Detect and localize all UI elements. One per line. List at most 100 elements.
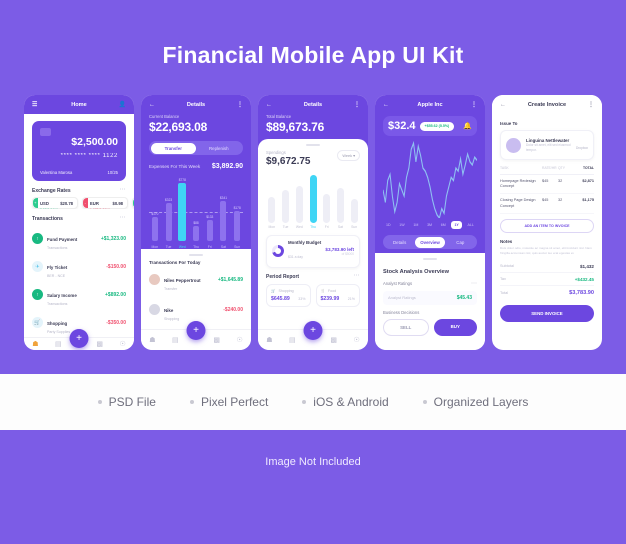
chart-icon[interactable]: ▩	[96, 340, 103, 348]
home-icon[interactable]: ☗	[149, 336, 155, 344]
feature-label: PSD File	[108, 395, 156, 409]
sheet-grabber[interactable]	[306, 144, 320, 146]
table-row[interactable]: Closing Page Design Concept $45 32 $1,17…	[500, 194, 594, 215]
hamburger-icon[interactable]: ☰	[32, 102, 41, 108]
send-invoice-button[interactable]: SEND INVOICE	[500, 305, 594, 323]
more-vertical-icon[interactable]: ⋮	[468, 102, 477, 108]
bar-value: $170	[151, 212, 159, 216]
subtotal-label: Subtotal	[500, 264, 514, 269]
card-icon[interactable]: ▤	[289, 336, 296, 344]
range-1m[interactable]: 1M	[410, 221, 421, 229]
more-dots-icon[interactable]: ⋯	[120, 215, 127, 220]
add-button[interactable]: +	[186, 321, 206, 340]
balance-card[interactable]: $2,500.00 **** **** **** 1122 Valentina …	[32, 121, 126, 181]
range-1y[interactable]: 1Y	[451, 221, 462, 229]
period-select[interactable]: Week ▾	[337, 149, 360, 161]
expenses-label: Expenses For This Week	[149, 164, 201, 169]
profile-icon[interactable]: ☉	[236, 336, 242, 344]
analyst-rating-row[interactable]: Analyst Ratings $45.43	[383, 290, 477, 305]
add-item-button[interactable]: ADD AN ITEM TO INVOICE	[500, 219, 594, 234]
home-icon[interactable]: ☗	[32, 340, 38, 348]
analysis-sheet: Stock Analysis Overview Analyst Ratings …	[375, 253, 485, 350]
sheet-grabber[interactable]	[189, 254, 203, 256]
sell-button[interactable]: SELL	[383, 318, 429, 336]
sheet-grabber[interactable]	[423, 258, 437, 260]
col-rate: RATE/HR	[542, 166, 557, 170]
table-row[interactable]: Homepage Redesign Concept $45 32 $2,871	[500, 175, 594, 195]
cell-task: Closing Page Design Concept	[500, 198, 536, 208]
monthly-budget-card[interactable]: Monthly Budget $31 a day $3,783.90 left …	[266, 234, 360, 268]
bar-column: $133 Fri	[204, 177, 216, 249]
back-arrow-icon[interactable]: ←	[383, 102, 392, 108]
profile-icon[interactable]: ☉	[353, 336, 359, 344]
phone-screen-create-invoice: ← Create Invoice ⋮ Issue To Linguina Net…	[492, 95, 602, 350]
more-dots-icon[interactable]: ⋯	[120, 188, 127, 193]
user-avatar[interactable]: 👤	[117, 102, 126, 108]
phone-mockups-row: ☰ Home 👤 $2,500.00 **** **** **** 1122 V…	[0, 95, 626, 350]
bar-label: Wed	[295, 224, 303, 229]
more-vertical-icon[interactable]: ⋮	[234, 102, 243, 108]
list-item[interactable]: ✈ Fly Ticket BER - NCE -$150.00	[24, 253, 134, 281]
bar-value: $323	[165, 198, 173, 202]
chart-icon[interactable]: ▩	[330, 336, 337, 344]
col-qty: QTY	[558, 166, 565, 170]
buy-button[interactable]: BUY	[433, 318, 477, 336]
report-card[interactable]: 🍴 Food $239.99 21%	[315, 283, 360, 307]
range-all[interactable]: ALL	[465, 221, 477, 229]
add-button[interactable]: +	[303, 321, 323, 340]
client-card[interactable]: Linguina Nettlewater Dolor sit amet, eli…	[500, 130, 594, 160]
more-vertical-icon[interactable]: ⋮	[351, 102, 360, 108]
bell-icon[interactable]: 🔔	[463, 122, 472, 130]
tx-name: Fund Payment	[47, 236, 78, 242]
card-icon[interactable]: ▤	[55, 340, 62, 348]
rate-card[interactable]: + USD $20.78 2.98(1.54%)	[32, 197, 78, 209]
tax-label: Tax	[500, 277, 506, 282]
tab-cap[interactable]: Cap	[445, 237, 475, 248]
home-icon[interactable]: ☗	[266, 336, 272, 344]
back-arrow-icon[interactable]: ←	[149, 102, 158, 108]
range-3m[interactable]: 3M	[424, 221, 435, 229]
stock-tabs: Details Overview Cap	[383, 235, 477, 249]
tab-replenish[interactable]: Replenish	[196, 143, 242, 154]
bullet-icon	[97, 400, 102, 404]
range-6m[interactable]: 6M	[438, 221, 449, 229]
bar-column: Sat	[335, 173, 347, 229]
feature-label: iOS & Android	[313, 395, 389, 409]
report-card[interactable]: 🛒 Shopping $645.89 33%	[266, 283, 311, 307]
bar-value: $133	[206, 215, 214, 219]
chart-icon[interactable]: ▩	[213, 336, 220, 344]
bottom-tabbar: + ☗ ▤ . ▩ ☉	[141, 321, 251, 350]
tab-details[interactable]: Details	[385, 237, 415, 248]
stock-price: $32.4	[388, 120, 416, 132]
bar-column: Tue	[280, 173, 292, 229]
list-item[interactable]: ↑ Salary Income Transactions +$892.00	[24, 281, 134, 309]
list-item[interactable]: ↑ Fund Payment Transactions +$1,323.00	[24, 225, 134, 253]
tab-transfer[interactable]: Transfer	[150, 142, 196, 154]
card-icon[interactable]: ▤	[172, 336, 179, 344]
back-arrow-icon[interactable]: ←	[266, 102, 275, 108]
range-1w[interactable]: 1W	[396, 221, 407, 229]
period-report-title: Period Report	[266, 273, 300, 280]
more-vertical-icon[interactable]: ⋮	[585, 102, 594, 108]
bar-label: Thu	[310, 224, 316, 229]
feature-item: iOS & Android	[302, 395, 389, 409]
client-desc: Dolor sit amet, elit sed eiusmod tempor.	[526, 143, 571, 152]
profile-icon[interactable]: ☉	[119, 340, 125, 348]
budget-value: $3,783.90 left	[325, 246, 354, 252]
more-dots-icon[interactable]: ⋯	[354, 273, 361, 278]
tx-sub: BER - NCE	[47, 273, 66, 278]
exchange-rates-list: + USD $20.78 2.98(1.54%) - EUR $0.98 1.078…	[24, 197, 134, 209]
rate-card[interactable]: +	[132, 197, 134, 209]
more-dots-icon[interactable]: ⋯	[471, 280, 477, 287]
home-title: Home	[71, 102, 87, 108]
rate-card[interactable]: - EUR $0.98 1.078(0.36%)	[82, 197, 128, 209]
back-arrow-icon[interactable]: ←	[500, 102, 509, 108]
cell-total: $2,871	[582, 178, 594, 183]
tx-sub: Transactions	[47, 245, 68, 250]
range-1d[interactable]: 1D	[383, 221, 394, 229]
report-label: Food	[327, 288, 337, 293]
tab-overview[interactable]: Overview	[414, 236, 446, 248]
balance-label: Current Balance	[149, 114, 180, 119]
add-button[interactable]: +	[69, 328, 89, 348]
list-item[interactable]: Niles Peppertrout Transfer +$1,645.89	[149, 265, 243, 295]
